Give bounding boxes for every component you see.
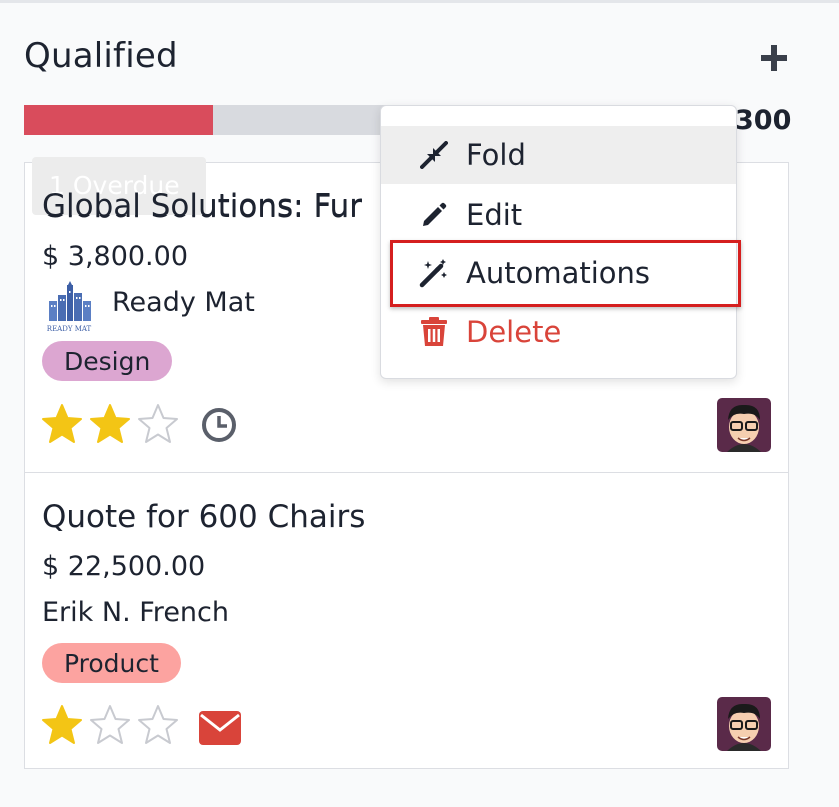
top-divider: [0, 0, 839, 3]
avatar[interactable]: [717, 697, 771, 751]
menu-item-delete[interactable]: Delete: [381, 303, 736, 361]
trash-icon: [419, 317, 449, 347]
progress-overdue-segment[interactable]: [24, 105, 213, 135]
card-title: Quote for 600 Chairs: [42, 499, 366, 535]
menu-item-fold[interactable]: Fold: [381, 126, 736, 184]
priority-stars[interactable]: [41, 704, 179, 746]
logo-text: READY MAT: [47, 325, 92, 333]
highlight-annotation: [390, 240, 741, 307]
menu-item-label: Fold: [466, 138, 526, 172]
priority-stars[interactable]: [41, 403, 179, 445]
plus-icon: [761, 45, 787, 71]
card-amount: $ 22,500.00: [42, 551, 206, 582]
menu-item-label: Delete: [466, 315, 562, 349]
menu-item-label: Edit: [466, 198, 523, 232]
pencil-icon: [419, 200, 449, 230]
card-title-overlay: Global Solutions: Fur: [42, 188, 363, 224]
envelope-icon[interactable]: [199, 711, 241, 745]
star-filled-icon[interactable]: [41, 403, 83, 445]
column-total: 300: [735, 105, 792, 136]
star-empty-icon[interactable]: [89, 704, 131, 746]
star-empty-icon[interactable]: [137, 403, 179, 445]
star-filled-icon[interactable]: [89, 403, 131, 445]
tag-badge: Product: [42, 643, 181, 683]
company-logo: READY MAT: [47, 281, 92, 333]
card-amount: $ 3,800.00: [42, 241, 188, 272]
clock-icon[interactable]: [201, 407, 237, 443]
tag-badge: Design: [42, 341, 173, 381]
kanban-card[interactable]: Quote for 600 Chairs $ 22,500.00 Erik N.…: [24, 472, 789, 769]
column-title[interactable]: Qualified: [24, 36, 178, 76]
menu-item-edit[interactable]: Edit: [381, 186, 736, 244]
star-empty-icon[interactable]: [137, 704, 179, 746]
card-partner: Ready Mat: [112, 287, 255, 318]
add-card-button[interactable]: [758, 42, 790, 74]
star-filled-icon[interactable]: [41, 704, 83, 746]
avatar[interactable]: [717, 398, 771, 452]
card-partner: Erik N. French: [42, 597, 229, 628]
compress-icon: [419, 140, 449, 170]
